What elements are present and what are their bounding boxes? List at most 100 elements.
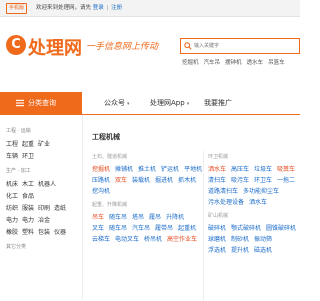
- keyword-link[interactable]: 随车吊: [109, 212, 127, 221]
- keyword-link[interactable]: 叉车: [92, 223, 104, 232]
- keyword-link[interactable]: 高压车: [231, 164, 249, 173]
- keyword-link[interactable]: 破碎机: [208, 223, 226, 232]
- sidebar-category-link[interactable]: 印刷: [38, 205, 50, 212]
- keyword-link[interactable]: 摊铺机: [115, 164, 133, 173]
- keyword-link[interactable]: 提升机: [231, 245, 249, 254]
- sidebar-group-title: 其它分类: [6, 244, 27, 250]
- search-input[interactable]: [194, 40, 294, 51]
- keyword-link[interactable]: 高空作业车: [167, 234, 197, 243]
- category-menu-button[interactable]: 分类查询: [0, 92, 82, 114]
- keyword-link[interactable]: 垃圾车: [254, 164, 272, 173]
- keyword-link[interactable]: 汽车吊: [132, 223, 150, 232]
- nav-item-wechat[interactable]: 公众号 ▾: [104, 92, 130, 114]
- keyword-link[interactable]: 装载机: [132, 175, 150, 184]
- keyword-link[interactable]: 履吊: [149, 212, 161, 221]
- logo-mark[interactable]: C: [6, 35, 26, 55]
- mobile-version-link[interactable]: 手机版: [6, 3, 28, 14]
- keyword-link[interactable]: 道路清扫车: [208, 186, 238, 195]
- keyword-link[interactable]: 清扫车: [208, 175, 226, 184]
- nav-item-promote[interactable]: 我要推广: [204, 92, 232, 114]
- keyword-link[interactable]: 挖掘机: [92, 164, 110, 173]
- sidebar-category-link[interactable]: 木工: [22, 181, 34, 188]
- keyword-link[interactable]: 球磨机: [208, 234, 226, 243]
- keyword-link[interactable]: 桥吊机: [144, 234, 162, 243]
- keyword-link[interactable]: 环卫车: [254, 175, 272, 184]
- keyword-link[interactable]: 颚式破碎机: [231, 223, 261, 232]
- keyword-link[interactable]: 起重机: [178, 223, 196, 232]
- keyword-link[interactable]: 随车吊: [109, 223, 127, 232]
- sidebar-category-link[interactable]: 车辆: [6, 153, 18, 160]
- welcome-message: 欢迎来到处理网，请先: [36, 5, 92, 11]
- login-link[interactable]: 登录: [93, 5, 104, 11]
- keyword-link[interactable]: 双车: [115, 175, 127, 184]
- keyword-link[interactable]: 一拖二: [277, 175, 295, 184]
- keyword-link[interactable]: 平地机: [184, 164, 202, 173]
- nav-item-app[interactable]: 处理网App ▾: [150, 92, 189, 114]
- keyword-link[interactable]: 吊车: [92, 212, 104, 221]
- sidebar-category-link[interactable]: 塑料: [22, 229, 34, 236]
- hot-keyword-link[interactable]: 摆钟机: [225, 60, 242, 66]
- chevron-down-icon: ▾: [127, 101, 130, 107]
- keyword-link[interactable]: 推土机: [138, 164, 156, 173]
- nav-item-label: 处理网App: [150, 99, 185, 107]
- sidebar-category-link[interactable]: 造纸: [54, 205, 66, 212]
- keyword-link[interactable]: 振动筛: [254, 234, 272, 243]
- hot-keyword-link[interactable]: 吊篮车: [268, 60, 285, 66]
- sidebar-category-link[interactable]: 食品: [22, 193, 34, 200]
- keyword-link[interactable]: 压路机: [92, 175, 110, 184]
- sidebar-category-link[interactable]: 机器人: [38, 181, 56, 188]
- keyword-row: 破碎机 颚式破碎机 圆锥破碎机: [208, 223, 301, 232]
- block-subtitle: 土石、隧道机械: [92, 154, 128, 160]
- sidebar-category-link[interactable]: 环卫: [22, 153, 34, 160]
- keyword-link[interactable]: 云梯车: [92, 234, 110, 243]
- keyword-row: 挖掘机 摊铺机 推土机 铲运机 平地机: [92, 164, 207, 173]
- logo-text[interactable]: 处理网: [28, 34, 82, 60]
- sidebar-line: 橡胶 塑料 包装 仪器: [6, 227, 70, 236]
- sidebar-category-link[interactable]: 纺织: [6, 205, 18, 212]
- keyword-link[interactable]: 电动叉车: [115, 234, 139, 243]
- keyword-link[interactable]: 挖沟机: [92, 186, 110, 195]
- sidebar-category-link[interactable]: 服装: [22, 205, 34, 212]
- search-icon[interactable]: [184, 42, 192, 50]
- sidebar-category-link[interactable]: 化工: [6, 193, 18, 200]
- keyword-link[interactable]: 浮选机: [208, 245, 226, 254]
- sidebar-category-link[interactable]: 电力: [6, 217, 18, 224]
- keyword-link[interactable]: 履带吊: [155, 223, 173, 232]
- slogan: 一手信息网上传动: [86, 42, 159, 52]
- sidebar-category-link[interactable]: 工程: [6, 141, 18, 148]
- block-subtitle: 矿山机械: [208, 213, 229, 219]
- sidebar-category-link[interactable]: 橡胶: [6, 229, 18, 236]
- sidebar-category-link[interactable]: 冶金: [38, 217, 50, 224]
- top-bar: 手机版 欢迎来到处理网，请先 登录 | 注册: [0, 0, 300, 17]
- hot-keyword-link[interactable]: 透水车: [247, 60, 264, 66]
- keyword-link[interactable]: 制砂机: [231, 234, 249, 243]
- keyword-link[interactable]: 吸粪车: [277, 164, 295, 173]
- hot-keyword-link[interactable]: 挖掘机: [182, 60, 199, 66]
- sidebar-category-link[interactable]: 电力: [22, 217, 34, 224]
- keyword-link[interactable]: 圆锥破碎机: [266, 223, 296, 232]
- keyword-link[interactable]: 吸污车: [231, 175, 249, 184]
- register-link[interactable]: 注册: [111, 5, 122, 11]
- keyword-link[interactable]: 抓木机: [178, 175, 196, 184]
- sidebar-category-link[interactable]: 矿业: [38, 141, 50, 148]
- keyword-link[interactable]: 污水处理设备: [208, 197, 244, 206]
- keyword-link[interactable]: 铲运机: [161, 164, 179, 173]
- search-box[interactable]: [180, 38, 300, 54]
- keyword-link[interactable]: 升降机: [166, 212, 184, 221]
- keyword-link[interactable]: 磁选机: [254, 245, 272, 254]
- keyword-row: 球磨机 制砂机 振动筛: [208, 234, 277, 243]
- keyword-row: 云梯车 电动叉车 桥吊机 高空作业车: [92, 234, 202, 243]
- hot-keyword-link[interactable]: 汽车吊: [204, 60, 221, 66]
- keyword-link[interactable]: 洒水车: [208, 164, 226, 173]
- sidebar-category-link[interactable]: 包装: [38, 229, 50, 236]
- keyword-row: 压路机 双车 装载机 掘进机 抓木机: [92, 175, 201, 184]
- sidebar-category-link[interactable]: 机床: [6, 181, 18, 188]
- keyword-link[interactable]: 洒水车: [249, 197, 267, 206]
- hot-keywords: 挖掘机 汽车吊 摆钟机 透水车 吊篮车: [182, 58, 290, 66]
- sidebar-category-link[interactable]: 起重: [22, 141, 34, 148]
- sidebar-category-link[interactable]: 仪器: [54, 229, 66, 236]
- keyword-link[interactable]: 多功能抑尘车: [243, 186, 279, 195]
- keyword-link[interactable]: 塔吊: [132, 212, 144, 221]
- keyword-row: 清扫车 吸污车 环卫车 一拖二: [208, 175, 300, 184]
- keyword-link[interactable]: 掘进机: [155, 175, 173, 184]
